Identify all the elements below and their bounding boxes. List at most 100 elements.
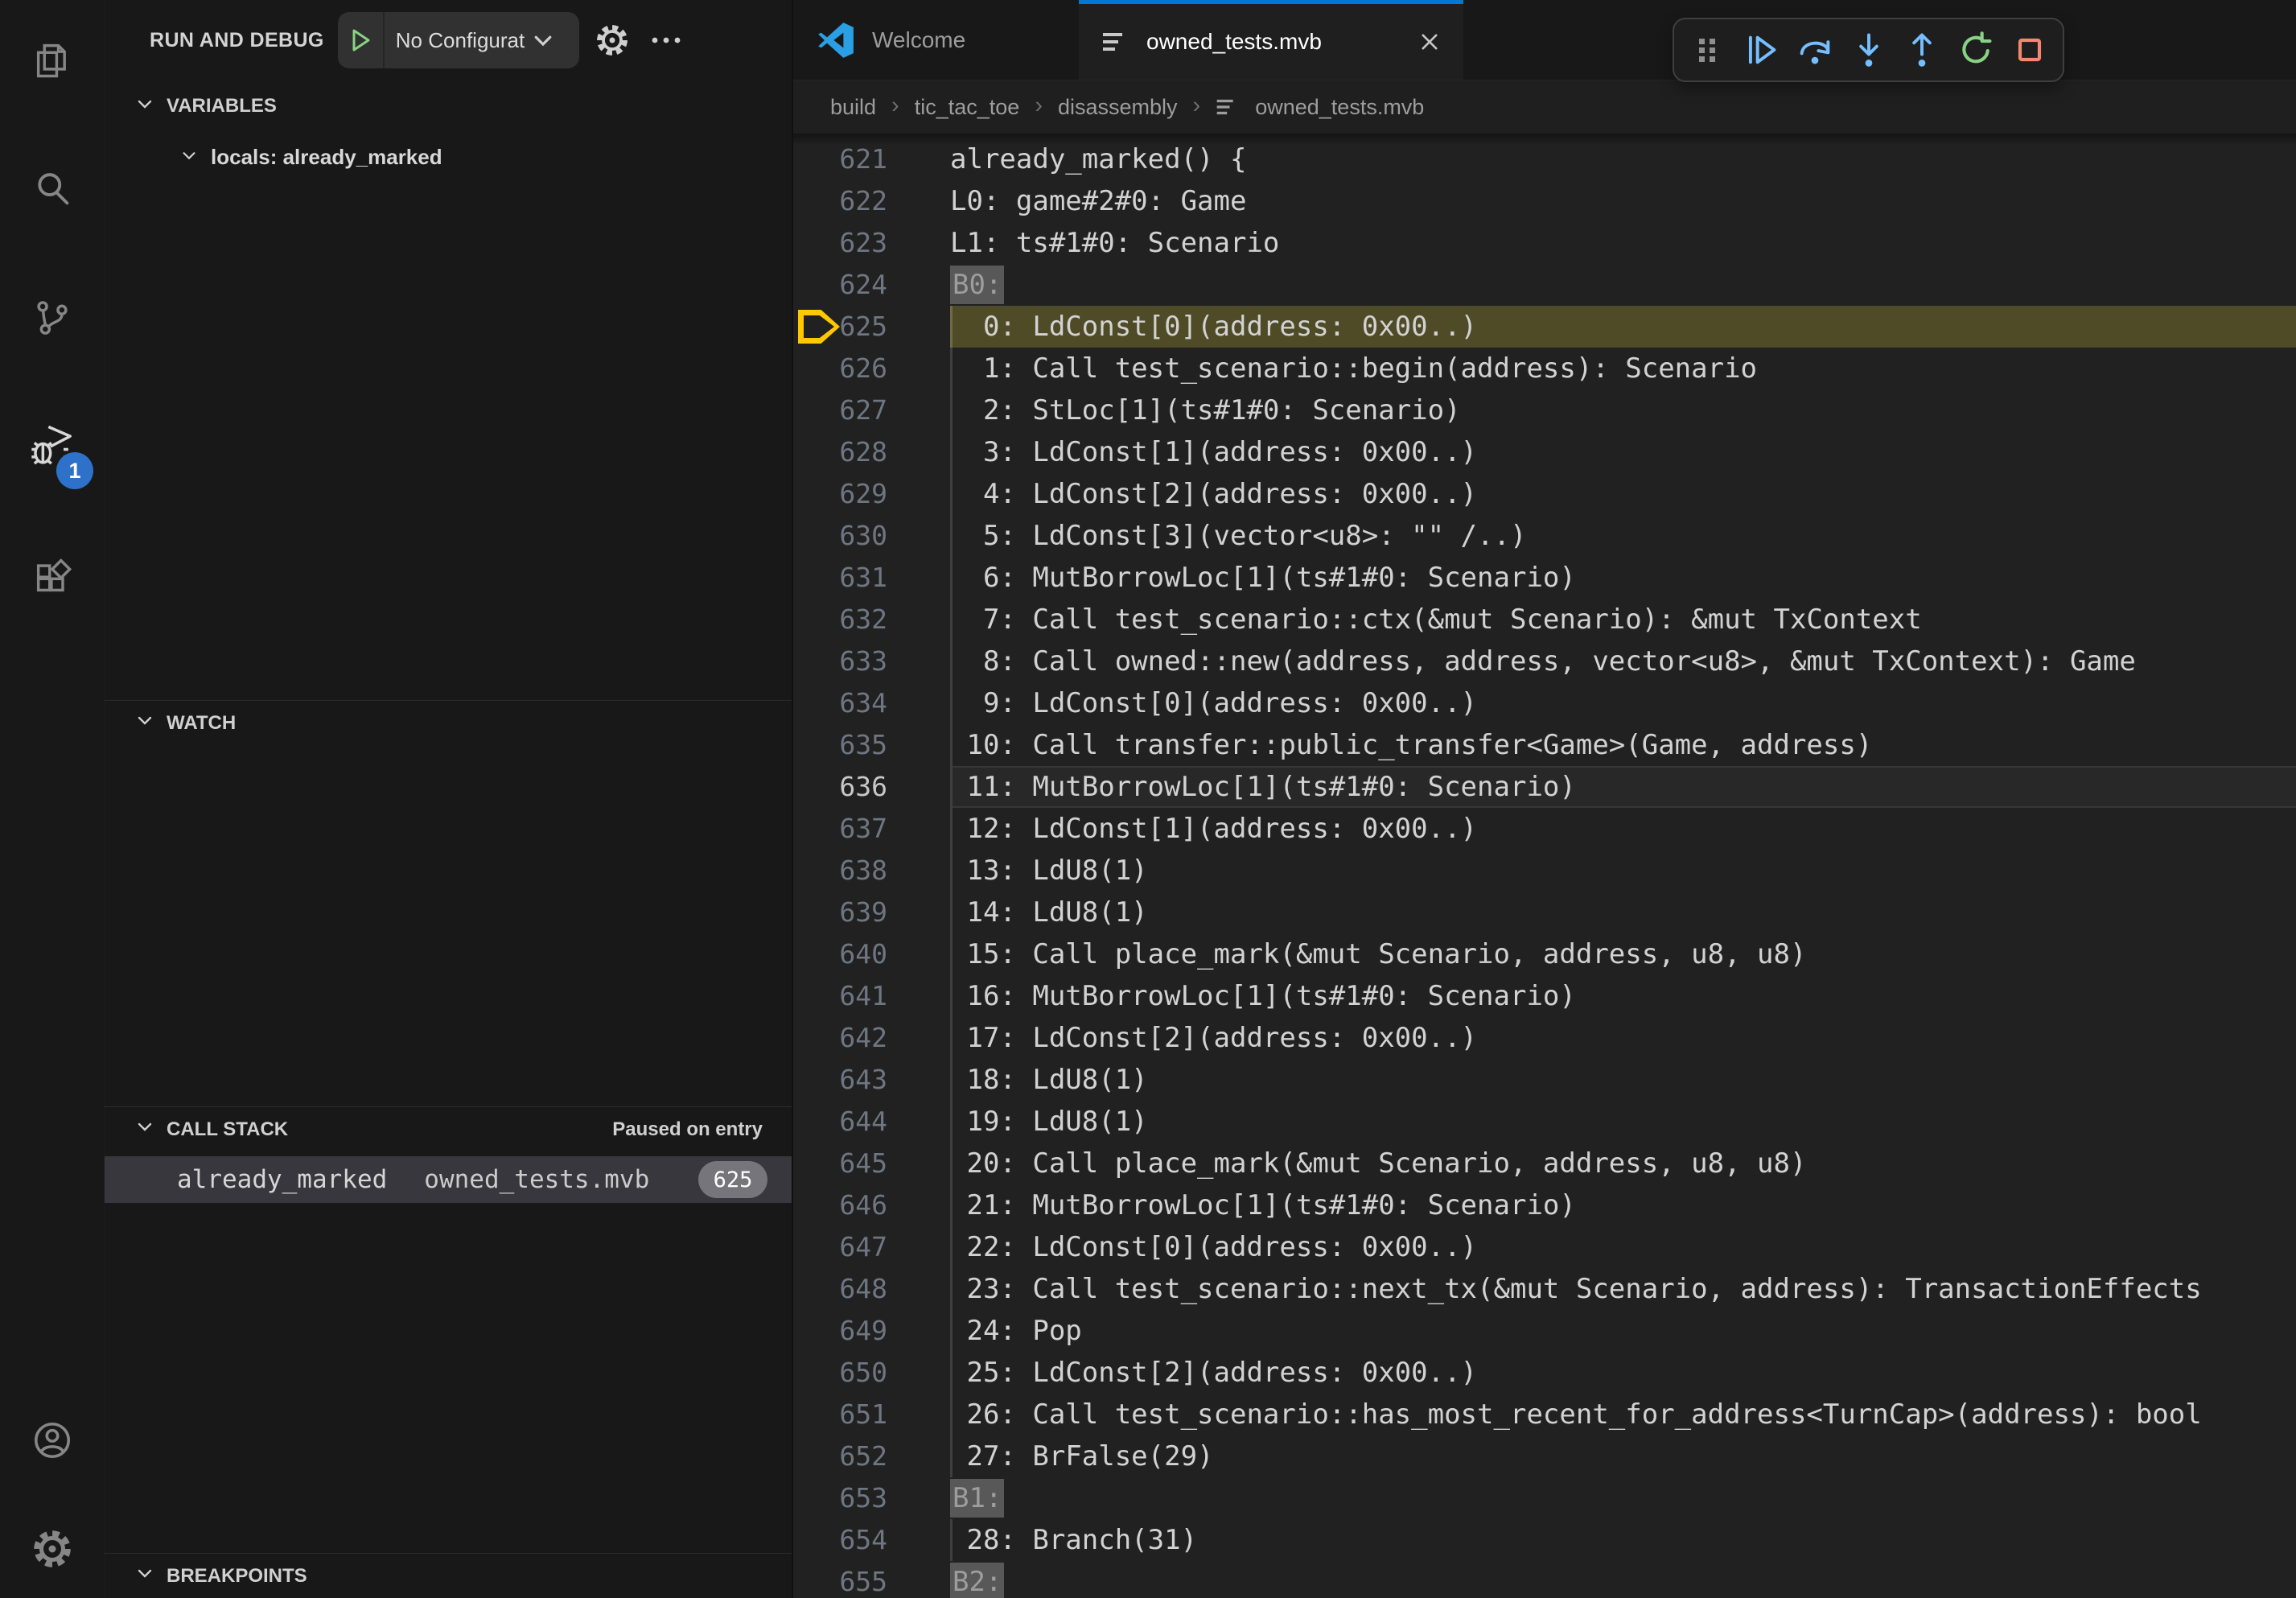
line-number[interactable]: 633 bbox=[793, 640, 950, 682]
line-number[interactable]: 643 bbox=[793, 1059, 950, 1101]
code-line-623[interactable]: 623L1: ts#1#0: Scenario bbox=[793, 222, 2296, 264]
line-number[interactable]: 647 bbox=[793, 1226, 950, 1268]
line-number[interactable]: 634 bbox=[793, 682, 950, 724]
line-number[interactable]: 621 bbox=[793, 138, 950, 180]
line-number[interactable]: 624 bbox=[793, 264, 950, 306]
debug-config-dropdown[interactable]: No Configurat bbox=[338, 12, 579, 68]
line-number[interactable]: 636 bbox=[793, 766, 950, 808]
line-number[interactable]: 635 bbox=[793, 724, 950, 766]
step-out-icon[interactable] bbox=[1901, 29, 1943, 71]
code-line-631[interactable]: 631 6: MutBorrowLoc[1](ts#1#0: Scenario) bbox=[793, 557, 2296, 599]
breadcrumb-item[interactable]: build bbox=[830, 95, 876, 120]
section-header-call-stack[interactable]: CALL STACK Paused on entry bbox=[105, 1106, 792, 1151]
close-icon[interactable] bbox=[1418, 31, 1441, 53]
code-line-638[interactable]: 638 13: LdU8(1) bbox=[793, 850, 2296, 892]
line-number[interactable]: 625 bbox=[793, 306, 950, 348]
explorer-icon[interactable] bbox=[0, 8, 105, 113]
line-number[interactable]: 637 bbox=[793, 808, 950, 850]
tab-owned-tests[interactable]: owned_tests.mvb bbox=[1079, 0, 1463, 80]
code-line-651[interactable]: 651 26: Call test_scenario::has_most_rec… bbox=[793, 1394, 2296, 1435]
line-number[interactable]: 632 bbox=[793, 599, 950, 640]
line-number[interactable]: 641 bbox=[793, 975, 950, 1017]
code-line-640[interactable]: 640 15: Call place_mark(&mut Scenario, a… bbox=[793, 933, 2296, 975]
line-number[interactable]: 640 bbox=[793, 933, 950, 975]
code-line-644[interactable]: 644 19: LdU8(1) bbox=[793, 1101, 2296, 1143]
code-line-629[interactable]: 629 4: LdConst[2](address: 0x00..) bbox=[793, 473, 2296, 515]
code-line-634[interactable]: 634 9: LdConst[0](address: 0x00..) bbox=[793, 682, 2296, 724]
line-number[interactable]: 629 bbox=[793, 473, 950, 515]
code-line-648[interactable]: 648 23: Call test_scenario::next_tx(&mut… bbox=[793, 1268, 2296, 1310]
breadcrumb-item[interactable]: tic_tac_toe bbox=[915, 95, 1020, 120]
code-line-621[interactable]: 621already_marked() { bbox=[793, 138, 2296, 180]
section-header-variables[interactable]: VARIABLES bbox=[105, 84, 792, 129]
line-number[interactable]: 622 bbox=[793, 180, 950, 222]
line-number[interactable]: 653 bbox=[793, 1477, 950, 1519]
code-line-647[interactable]: 647 22: LdConst[0](address: 0x00..) bbox=[793, 1226, 2296, 1268]
line-number[interactable]: 644 bbox=[793, 1101, 950, 1143]
line-number[interactable]: 651 bbox=[793, 1394, 950, 1435]
code-line-643[interactable]: 643 18: LdU8(1) bbox=[793, 1059, 2296, 1101]
line-number[interactable]: 639 bbox=[793, 892, 950, 933]
step-over-icon[interactable] bbox=[1794, 29, 1836, 71]
stop-icon[interactable] bbox=[2009, 29, 2051, 71]
code-line-624[interactable]: 624B0: bbox=[793, 264, 2296, 306]
toolbar-drag-grip[interactable] bbox=[1686, 29, 1728, 71]
settings-gear-icon[interactable] bbox=[594, 22, 631, 59]
code-line-649[interactable]: 649 24: Pop bbox=[793, 1310, 2296, 1352]
code-line-653[interactable]: 653B1: bbox=[793, 1477, 2296, 1519]
code-line-642[interactable]: 642 17: LdConst[2](address: 0x00..) bbox=[793, 1017, 2296, 1059]
line-number[interactable]: 631 bbox=[793, 557, 950, 599]
code-line-625[interactable]: 625 0: LdConst[0](address: 0x00..) bbox=[793, 306, 2296, 348]
line-number[interactable]: 630 bbox=[793, 515, 950, 557]
code-line-635[interactable]: 635 10: Call transfer::public_transfer<G… bbox=[793, 724, 2296, 766]
code-line-654[interactable]: 654 28: Branch(31) bbox=[793, 1519, 2296, 1561]
line-number[interactable]: 650 bbox=[793, 1352, 950, 1394]
manage-settings-icon[interactable] bbox=[0, 1497, 105, 1598]
code-line-632[interactable]: 632 7: Call test_scenario::ctx(&mut Scen… bbox=[793, 599, 2296, 640]
line-number[interactable]: 628 bbox=[793, 431, 950, 473]
code-line-639[interactable]: 639 14: LdU8(1) bbox=[793, 892, 2296, 933]
search-icon[interactable] bbox=[0, 137, 105, 241]
line-number[interactable]: 638 bbox=[793, 850, 950, 892]
step-into-icon[interactable] bbox=[1848, 29, 1890, 71]
more-actions-icon[interactable] bbox=[650, 35, 682, 46]
line-number[interactable]: 652 bbox=[793, 1435, 950, 1477]
line-number[interactable]: 645 bbox=[793, 1143, 950, 1184]
restart-icon[interactable] bbox=[1955, 29, 1997, 71]
code-line-633[interactable]: 633 8: Call owned::new(address, address,… bbox=[793, 640, 2296, 682]
line-number[interactable]: 627 bbox=[793, 389, 950, 431]
code-line-655[interactable]: 655B2: bbox=[793, 1561, 2296, 1598]
code-line-641[interactable]: 641 16: MutBorrowLoc[1](ts#1#0: Scenario… bbox=[793, 975, 2296, 1017]
line-number[interactable]: 646 bbox=[793, 1184, 950, 1226]
code-line-626[interactable]: 626 1: Call test_scenario::begin(address… bbox=[793, 348, 2296, 389]
section-header-breakpoints[interactable]: BREAKPOINTS bbox=[105, 1553, 792, 1598]
call-stack-frame[interactable]: already_marked owned_tests.mvb 625 bbox=[105, 1156, 792, 1203]
breadcrumb-item[interactable]: owned_tests.mvb bbox=[1255, 95, 1424, 120]
line-number[interactable]: 654 bbox=[793, 1519, 950, 1561]
start-debugging-icon[interactable] bbox=[338, 27, 383, 53]
run-and-debug-icon[interactable]: 1 bbox=[0, 394, 105, 499]
code-line-652[interactable]: 652 27: BrFalse(29) bbox=[793, 1435, 2296, 1477]
tab-welcome[interactable]: Welcome bbox=[793, 0, 1079, 80]
line-number[interactable]: 623 bbox=[793, 222, 950, 264]
code-editor[interactable]: 621already_marked() {622L0: game#2#0: Ga… bbox=[793, 134, 2296, 1598]
line-number[interactable]: 649 bbox=[793, 1310, 950, 1352]
code-line-628[interactable]: 628 3: LdConst[1](address: 0x00..) bbox=[793, 431, 2296, 473]
code-line-630[interactable]: 630 5: LdConst[3](vector<u8>: "" /..) bbox=[793, 515, 2296, 557]
line-number[interactable]: 626 bbox=[793, 348, 950, 389]
code-line-636[interactable]: 636 11: MutBorrowLoc[1](ts#1#0: Scenario… bbox=[793, 766, 2296, 808]
code-line-650[interactable]: 650 25: LdConst[2](address: 0x00..) bbox=[793, 1352, 2296, 1394]
line-number[interactable]: 655 bbox=[793, 1561, 950, 1598]
breadcrumb-item[interactable]: disassembly bbox=[1058, 95, 1178, 120]
section-header-watch[interactable]: WATCH bbox=[105, 700, 792, 745]
line-number[interactable]: 648 bbox=[793, 1268, 950, 1310]
code-line-637[interactable]: 637 12: LdConst[1](address: 0x00..) bbox=[793, 808, 2296, 850]
code-line-627[interactable]: 627 2: StLoc[1](ts#1#0: Scenario) bbox=[793, 389, 2296, 431]
code-line-646[interactable]: 646 21: MutBorrowLoc[1](ts#1#0: Scenario… bbox=[793, 1184, 2296, 1226]
code-line-622[interactable]: 622L0: game#2#0: Game bbox=[793, 180, 2296, 222]
line-number[interactable]: 642 bbox=[793, 1017, 950, 1059]
variables-scope-row[interactable]: locals: already_marked bbox=[105, 135, 792, 179]
code-line-645[interactable]: 645 20: Call place_mark(&mut Scenario, a… bbox=[793, 1143, 2296, 1184]
accounts-icon[interactable] bbox=[0, 1388, 105, 1493]
extensions-icon[interactable] bbox=[0, 523, 105, 628]
